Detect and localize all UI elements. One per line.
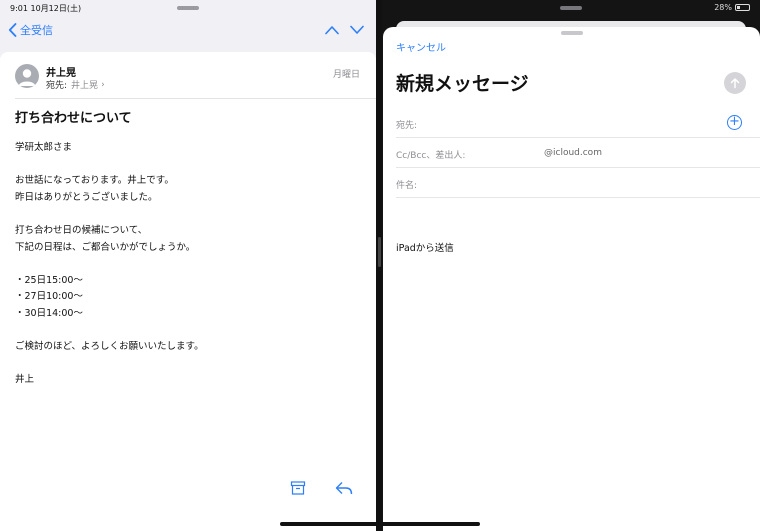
message-subject: 打ち合わせについて xyxy=(15,111,132,126)
recipient-name: 井上晃 xyxy=(71,81,99,91)
mail-viewer-pane: 9:01 10月12日(土) 全受信 井上晃 宛先: 井上晃 › 月曜日 打ち合… xyxy=(0,0,376,531)
chevron-right-icon: › xyxy=(101,79,105,90)
message-date: 月曜日 xyxy=(332,70,360,80)
body-line xyxy=(15,206,204,223)
body-line: ご検討のほど、よろしくお願いいたします。 xyxy=(15,341,204,353)
body-line: 下記の日程は、ご都合いかがでしょうか。 xyxy=(15,241,196,253)
body-line xyxy=(15,356,204,373)
person-icon xyxy=(18,69,36,86)
multitasking-grabber[interactable] xyxy=(177,6,199,10)
split-view-handle[interactable] xyxy=(378,237,381,267)
battery-indicator: 28% xyxy=(714,3,750,12)
next-message-chevron-down-icon[interactable] xyxy=(350,25,364,35)
message-card: 井上晃 宛先: 井上晃 › 月曜日 打ち合わせについて 学研太郎さま お世話にな… xyxy=(0,52,376,531)
body-line: 昨日はありがとうございました。 xyxy=(15,191,158,203)
status-time-date: 9:01 10月12日(土) xyxy=(10,4,82,13)
multitasking-grabber[interactable] xyxy=(560,6,582,10)
sheet-grabber[interactable] xyxy=(561,31,583,35)
body-line xyxy=(15,256,204,273)
body-line: ・30日14:00〜 xyxy=(15,307,83,319)
plus-circle-icon[interactable]: + xyxy=(727,115,742,130)
chevron-left-icon xyxy=(8,23,17,37)
body-line: お世話になっております。井上です。 xyxy=(15,175,174,187)
avatar[interactable] xyxy=(15,64,39,88)
archive-box-icon[interactable] xyxy=(290,480,306,496)
home-indicator[interactable] xyxy=(280,522,480,526)
arrow-up-icon xyxy=(730,78,740,89)
cc-label: Cc/Bcc、差出人: xyxy=(396,151,466,161)
message-signature[interactable]: iPadから送信 xyxy=(396,240,454,254)
body-line: ・27日10:00〜 xyxy=(15,291,83,303)
body-line: 学研太郎さま xyxy=(15,142,73,153)
body-line: 井上 xyxy=(15,374,35,386)
recipient-label: 宛先: xyxy=(46,81,68,91)
compose-pane: 28% キャンセル 新規メッセージ 宛先: + Cc/Bcc、差出人: @icl… xyxy=(382,0,760,531)
previous-message-chevron-up-icon[interactable] xyxy=(325,25,339,35)
subject-label: 件名: xyxy=(396,181,418,191)
back-to-inbox-button[interactable]: 全受信 xyxy=(8,22,53,38)
to-field[interactable]: 宛先: + xyxy=(396,108,760,138)
battery-icon xyxy=(735,4,750,11)
body-line: ・25日15:00〜 xyxy=(15,274,83,286)
send-button[interactable] xyxy=(724,72,746,94)
reply-arrow-icon[interactable] xyxy=(335,480,353,496)
body-line xyxy=(15,323,204,340)
body-line: 打ち合わせ日の候補について、 xyxy=(15,224,148,236)
cancel-button[interactable]: キャンセル xyxy=(396,39,446,54)
recipient-row[interactable]: 宛先: 井上晃 › xyxy=(46,78,105,92)
message-body: 学研太郎さま お世話になっております。井上です。 昨日はありがとうございました。… xyxy=(15,140,204,389)
cc-bcc-from-field[interactable]: Cc/Bcc、差出人: @icloud.com xyxy=(396,138,760,168)
compose-sheet: キャンセル 新規メッセージ 宛先: + Cc/Bcc、差出人: @icloud.… xyxy=(383,27,760,531)
subject-field[interactable]: 件名: xyxy=(396,168,760,198)
to-label: 宛先: xyxy=(396,121,418,131)
compose-title: 新規メッセージ xyxy=(396,73,529,95)
back-label: 全受信 xyxy=(20,24,53,37)
header-divider xyxy=(15,98,376,99)
battery-level: 28% xyxy=(714,3,732,12)
sender-name[interactable]: 井上晃 xyxy=(46,64,76,79)
from-address: @icloud.com xyxy=(544,148,602,158)
body-line xyxy=(15,157,204,174)
